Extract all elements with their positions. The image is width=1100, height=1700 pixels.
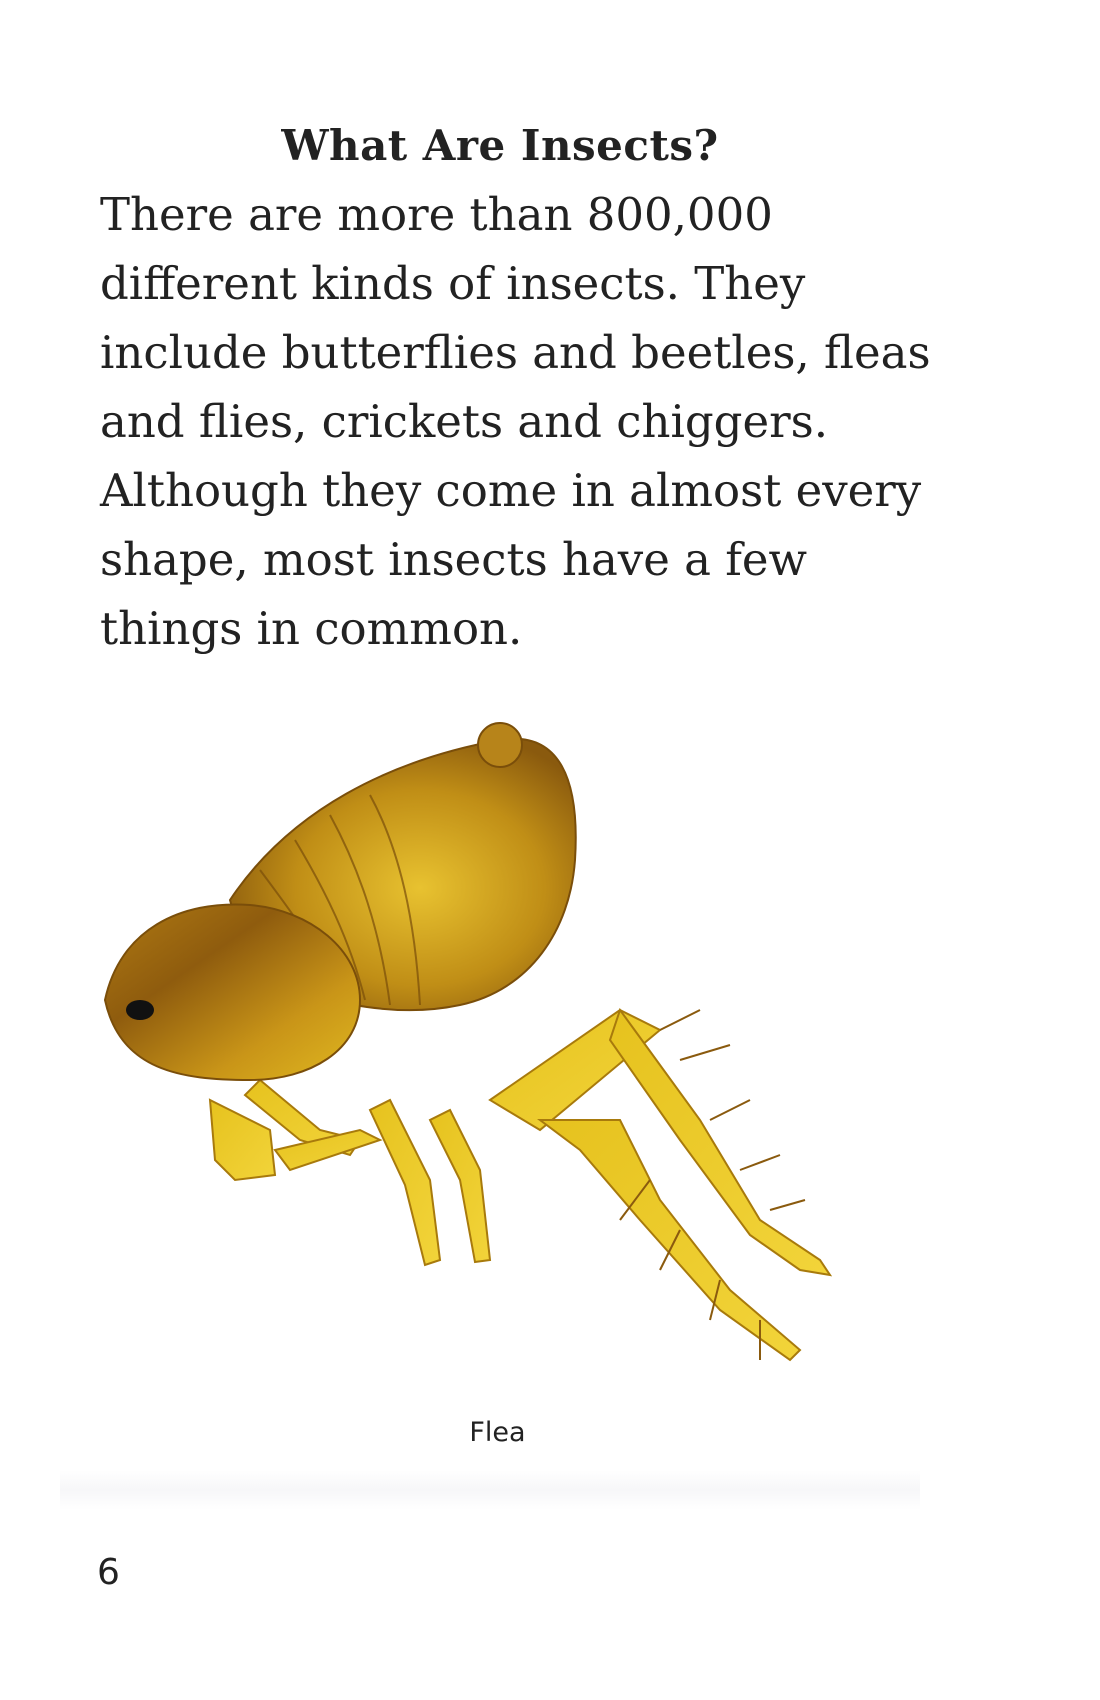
page-title: What Are Insects? <box>281 121 719 171</box>
paragraph-line: Although they come in almost every <box>100 464 922 517</box>
paragraph-line: different kinds of insects. They <box>100 257 806 310</box>
paragraph-line: and flies, crickets and chiggers. <box>100 395 828 448</box>
flea-eye <box>126 1000 154 1020</box>
paragraph-line: shape, most insects have a few <box>100 533 808 586</box>
page-number: 6 <box>97 1552 120 1593</box>
paragraph-line: things in common. <box>100 602 523 655</box>
paragraph-line: There are more than 800,000 <box>100 188 773 241</box>
image-caption: Flea <box>469 1417 526 1448</box>
body-paragraph: There are more than 800,000 different ki… <box>100 180 931 663</box>
flea-illustration <box>103 722 833 1362</box>
paragraph-line: include butterflies and beetles, fleas <box>100 326 931 379</box>
